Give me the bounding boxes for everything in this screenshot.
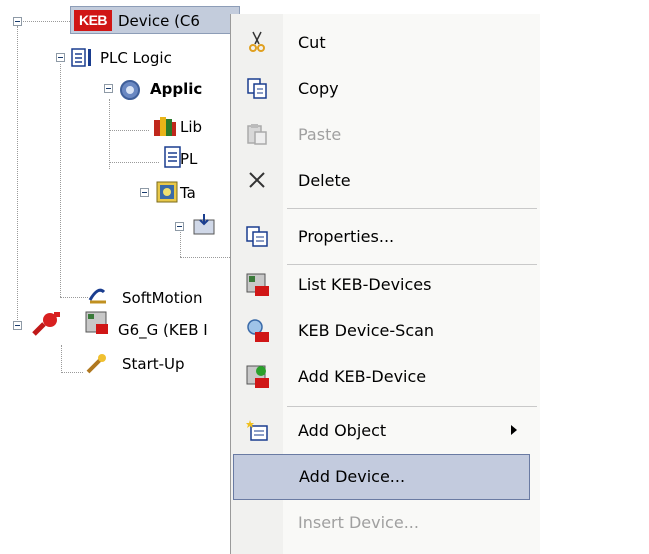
menu-item-label: Copy [298, 79, 339, 98]
tree-line [60, 297, 88, 298]
menu-item-insert-device[interactable]: Insert Device... [231, 500, 539, 546]
plc-logic-icon [71, 48, 91, 67]
menu-item-label: Cut [298, 33, 326, 52]
menu-item-add-device[interactable]: Add Device... [233, 454, 530, 500]
collapse-toggle-task-config[interactable] [140, 188, 149, 197]
submenu-arrow-icon [511, 425, 517, 435]
connector-plug-icon [32, 312, 60, 336]
task-config-label[interactable]: Ta [180, 184, 196, 202]
tree-line [180, 257, 230, 258]
menu-item-label: KEB Device-Scan [298, 321, 435, 340]
softmotion-label[interactable]: SoftMotion [122, 289, 202, 307]
softmotion-icon [88, 288, 106, 304]
tree-line [61, 345, 62, 373]
keb-scan-icon [247, 319, 269, 342]
keb-list-icon [246, 273, 269, 296]
tree-line [60, 64, 61, 297]
tree-line [180, 232, 181, 257]
menu-item-label: Insert Device... [298, 513, 419, 532]
menu-item-add-object[interactable]: Add Object [231, 408, 539, 454]
collapse-toggle-plc-logic[interactable] [56, 53, 65, 62]
menu-item-delete[interactable]: Delete [231, 158, 539, 204]
menu-item-label: Properties... [298, 227, 395, 246]
copy-icon [247, 78, 267, 99]
plc-logic-label[interactable]: PLC Logic [100, 49, 172, 67]
tree-line [17, 26, 18, 326]
menu-item-label: Add KEB-Device [298, 367, 427, 386]
menu-item-paste[interactable]: Paste [231, 112, 539, 158]
menu-item-label: Add Object [298, 421, 387, 440]
menu-item-cut[interactable]: Cut [231, 20, 539, 66]
menu-item-keb-device-scan[interactable]: KEB Device-Scan [231, 308, 539, 354]
startup-wand-icon [86, 354, 106, 374]
library-books-icon [154, 117, 176, 136]
add-object-icon [246, 420, 268, 441]
tree-line [109, 130, 149, 131]
context-menu: Cut Copy Paste Delete Properties... List… [230, 14, 540, 554]
menu-item-label: Add Device... [299, 467, 406, 486]
tree-line [109, 99, 110, 169]
paste-icon [247, 124, 267, 145]
menu-item-label: Delete [298, 171, 351, 190]
task-icon [193, 214, 215, 235]
tree-line [61, 372, 83, 373]
g6-label[interactable]: G6_G (KEB I [118, 321, 208, 339]
plc-prg-label[interactable]: PL [180, 150, 197, 168]
collapse-toggle-g6[interactable] [13, 321, 22, 330]
properties-icon [246, 226, 268, 247]
delete-x-icon [249, 172, 265, 188]
collapse-toggle-task[interactable] [175, 222, 184, 231]
menu-item-copy[interactable]: Copy [231, 66, 539, 112]
application-gear-icon [120, 80, 140, 100]
application-label[interactable]: Applic [150, 80, 202, 98]
scissors-icon [249, 31, 265, 52]
tree-line [18, 21, 72, 22]
keb-drive-icon [85, 311, 108, 334]
menu-separator [287, 208, 537, 209]
menu-separator [287, 406, 537, 407]
menu-item-add-keb-device[interactable]: Add KEB-Device [231, 354, 539, 400]
menu-item-label: Paste [298, 125, 342, 144]
collapse-toggle-device[interactable] [13, 17, 22, 26]
menu-item-properties[interactable]: Properties... [231, 214, 539, 260]
keb-logo-icon: KEB [74, 10, 112, 31]
menu-item-list-keb-devices[interactable]: List KEB-Devices [231, 262, 539, 308]
task-configuration-icon [156, 181, 178, 203]
keb-add-icon [246, 365, 269, 388]
device-node-label[interactable]: Device (C6 [118, 12, 200, 30]
collapse-toggle-application[interactable] [104, 84, 113, 93]
tree-line [109, 162, 159, 163]
menu-item-label: List KEB-Devices [298, 275, 432, 294]
startup-label[interactable]: Start-Up [122, 355, 185, 373]
library-label[interactable]: Lib [180, 118, 202, 136]
